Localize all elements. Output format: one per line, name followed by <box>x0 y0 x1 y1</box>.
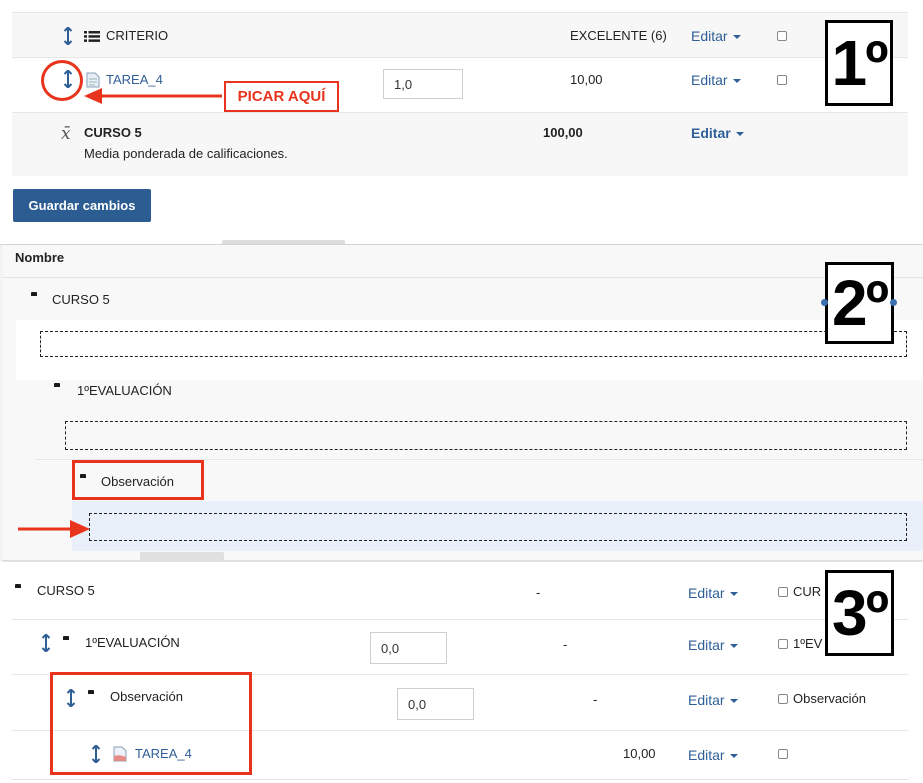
curso-total-description: Media ponderada de calificaciones. <box>84 146 288 161</box>
step-number-1: 1º <box>825 20 893 106</box>
drop-zone-target[interactable] <box>89 513 907 541</box>
row-evaluacion-checkbox[interactable] <box>778 639 788 649</box>
highlight-observacion <box>72 460 204 500</box>
callout-label: PICAR AQUÍ <box>224 81 339 112</box>
panel-step-1: CRITERIO EXCELENTE (6) Editar TAREA_4 1,… <box>0 0 923 245</box>
row-curso-edit-menu[interactable]: Editar <box>688 585 738 601</box>
criterio-label: CRITERIO <box>106 28 169 43</box>
panel-step-3: CURSO 5 - Editar CUR 1ºEVALUACIÓN 0,0 - … <box>0 562 923 783</box>
row-evaluacion-label: 1ºEVALUACIÓN <box>85 635 180 650</box>
step-number-3: 3º <box>825 570 894 656</box>
row-evaluacion-value: - <box>563 637 568 652</box>
resize-handle <box>821 299 828 306</box>
pointer-arrow <box>84 88 222 104</box>
category-curso[interactable]: CURSO 5 <box>52 292 110 307</box>
row-observacion-edit-menu[interactable]: Editar <box>688 692 738 708</box>
row-curso-label: CURSO 5 <box>37 583 95 598</box>
row-curso-checkbox[interactable] <box>778 587 788 597</box>
tarea-edit-menu[interactable]: Editar <box>691 72 741 88</box>
highlight-circle <box>41 60 83 101</box>
criterio-edit-menu[interactable]: Editar <box>691 28 741 44</box>
curso-total-value: 100,00 <box>543 125 583 140</box>
row-observacion-checkbox-label: Observación <box>793 691 866 706</box>
category-evaluacion[interactable]: 1ºEVALUACIÓN <box>77 383 172 398</box>
tarea-max-value: 10,00 <box>570 72 603 87</box>
step-number-2: 2º <box>825 262 894 344</box>
pointer-arrow <box>18 520 90 538</box>
mean-icon: x̄ <box>61 124 71 144</box>
criterio-value: EXCELENTE (6) <box>570 28 667 43</box>
row-observacion-value: - <box>593 692 598 707</box>
drop-zone[interactable] <box>40 331 907 357</box>
row-evaluacion-edit-menu[interactable]: Editar <box>688 637 738 653</box>
row-evaluacion-checkbox-label: 1ºEV <box>793 636 823 651</box>
save-changes-button[interactable]: Guardar cambios <box>13 189 151 222</box>
drop-zone[interactable] <box>65 421 907 450</box>
row-tarea-value: 10,00 <box>623 746 656 761</box>
panel-step-2: Nombre CURSO 5 1ºEVALUACIÓN Observación … <box>2 245 923 561</box>
move-icon[interactable] <box>41 633 51 655</box>
move-icon[interactable] <box>63 26 73 48</box>
tarea-weight-input[interactable]: 1,0 <box>383 69 463 99</box>
rubric-icon <box>84 30 100 45</box>
row-observacion-weight-input[interactable]: 0,0 <box>397 688 474 720</box>
row-curso-checkbox-label: CUR <box>793 584 822 599</box>
row-curso-value: - <box>536 585 541 600</box>
curso-edit-menu[interactable]: Editar <box>691 125 744 141</box>
column-header-nombre: Nombre <box>15 250 65 265</box>
curso-total-label: CURSO 5 <box>84 125 142 140</box>
row-tarea-checkbox[interactable] <box>778 749 788 759</box>
row-evaluacion-weight-input[interactable]: 0,0 <box>370 632 447 664</box>
criterio-checkbox[interactable] <box>777 31 787 41</box>
row-observacion-checkbox[interactable] <box>778 694 788 704</box>
tarea-checkbox[interactable] <box>777 75 787 85</box>
resize-handle <box>890 299 897 306</box>
highlight-moved-items <box>50 672 252 775</box>
row-tarea-edit-menu[interactable]: Editar <box>688 747 738 763</box>
